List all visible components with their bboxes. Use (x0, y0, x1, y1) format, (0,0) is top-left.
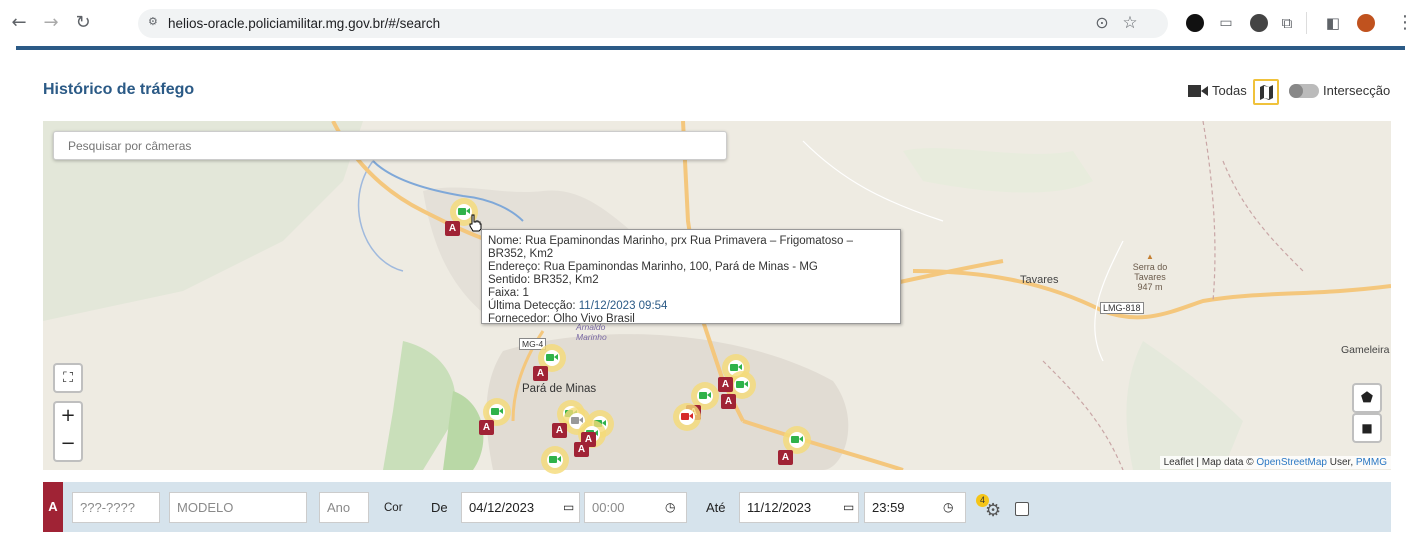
fullscreen-button[interactable]: ⛶ (53, 363, 83, 393)
camera-marker-alert[interactable] (673, 403, 701, 431)
tooltip-endereco: Endereço: Rua Epaminondas Marinho, 100, … (488, 261, 818, 273)
camera-search-input[interactable] (54, 132, 726, 159)
ano-input[interactable]: Ano (319, 492, 369, 523)
interseccao-label: Intersecção (1323, 83, 1391, 98)
peak-icon: ▲ (1146, 252, 1154, 261)
clock-icon[interactable]: ◷ (665, 500, 675, 514)
map-attribution: Leaflet | Map data © OpenStreetMap User,… (1159, 456, 1391, 469)
serra-line-2: Tavares (1134, 272, 1166, 282)
back-icon[interactable]: ← (8, 12, 30, 34)
date-to-input[interactable]: 11/12/2023 (739, 492, 859, 523)
camera-badge-a: A (574, 442, 589, 457)
video-camera-icon[interactable] (1188, 84, 1208, 98)
attribution-prefix: Leaflet | Map data © (1163, 457, 1254, 468)
extensions-puzzle-icon[interactable]: ⧉ (1276, 12, 1298, 34)
extension-icon-2[interactable]: ▭ (1215, 12, 1237, 34)
cor-label[interactable]: Cor (384, 502, 403, 514)
tooltip-nome: Nome: Rua Epaminondas Marinho, prx Rua P… (488, 235, 853, 260)
hand-cursor-icon (469, 214, 482, 232)
tooltip-faixa: Faixa: 1 (488, 287, 529, 299)
camera-badge-a: A (718, 377, 733, 392)
map-view-toggle-button[interactable] (1253, 79, 1279, 105)
tooltip-sentido: Sentido: BR352, Km2 (488, 274, 599, 286)
plate-type-badge: A (43, 482, 63, 532)
tooltip-ultima-value: 11/12/2023 09:54 (578, 300, 668, 312)
zoom-in-button[interactable]: + (53, 401, 83, 432)
camera-badge-a: A (721, 394, 736, 409)
camera-badge-a: A (552, 423, 567, 438)
calendar-icon[interactable]: ▭ (563, 500, 574, 514)
browser-toolbar: ← → ↻ ⚙ helios-oracle.policiamilitar.mg.… (0, 0, 1421, 46)
url-text[interactable]: helios-oracle.policiamilitar.mg.gov.br/#… (168, 16, 440, 31)
settings-count-badge: 4 (976, 494, 989, 507)
filter-checkbox[interactable] (1015, 502, 1029, 516)
serra-line-1: Serra do (1132, 262, 1168, 272)
bookmark-star-icon[interactable]: ☆ (1119, 12, 1141, 34)
camera-tooltip: Nome: Rua Epaminondas Marinho, prx Rua P… (481, 229, 901, 325)
map-label-serra: ▲ Serra do Tavares 947 m (1125, 252, 1175, 292)
plate-input[interactable]: ???-???? (72, 492, 160, 523)
map-label-tavares: Tavares (1020, 274, 1059, 286)
page-title: Histórico de tráfego (43, 81, 195, 98)
road-shield-lmg: LMG-818 (1100, 302, 1144, 314)
tooltip-ultima-label: Última Detecção: (488, 300, 576, 312)
tooltip-ultima-deteccao: Última Detecção: 11/12/2023 09:54 (488, 300, 894, 313)
camera-badge-a: A (778, 450, 793, 465)
osm-link[interactable]: OpenStreetMap (1256, 457, 1327, 468)
profile-avatar[interactable] (1357, 14, 1375, 32)
site-info-icon[interactable]: ⚙ (148, 15, 162, 29)
camera-badge-a: A (533, 366, 548, 381)
draw-rectangle-button[interactable]: ■ (1352, 413, 1382, 443)
settings-button[interactable]: ⚙ 4 (976, 494, 1003, 521)
header-accent-line (16, 46, 1405, 50)
camera-badge-a: A (479, 420, 494, 435)
map-label-para-de-minas: Pará de Minas (522, 383, 597, 395)
toggle-knob (1289, 84, 1303, 98)
calendar-icon[interactable]: ▭ (843, 500, 854, 514)
de-label: De (431, 500, 448, 515)
pmmg-link[interactable]: PMMG (1356, 457, 1387, 468)
extension-icon-3[interactable] (1250, 14, 1268, 32)
map-label-gameleira: Gameleira (1341, 344, 1390, 356)
side-panel-icon[interactable]: ◧ (1322, 12, 1344, 34)
interseccao-toggle[interactable] (1289, 84, 1319, 98)
reload-icon[interactable]: ↻ (72, 12, 94, 34)
todas-label[interactable]: Todas (1212, 83, 1247, 98)
toolbar-divider (1306, 12, 1307, 34)
camera-marker[interactable] (541, 446, 569, 474)
clock-icon[interactable]: ◷ (943, 500, 953, 514)
map-label-marinho: Marinho (576, 332, 607, 342)
map-icon (1260, 85, 1273, 100)
draw-polygon-button[interactable]: ⬟ (1352, 383, 1382, 413)
extension-icon-1[interactable] (1186, 14, 1204, 32)
forward-icon[interactable]: → (40, 12, 62, 34)
camera-search-box[interactable] (53, 131, 727, 160)
serra-line-3: 947 m (1137, 282, 1163, 292)
camera-badge-a: A (445, 221, 460, 236)
ate-label: Até (706, 500, 726, 515)
attribution-user: User, (1329, 457, 1354, 468)
tooltip-fornecedor: Fornecedor: Olho Vivo Brasil (488, 313, 635, 325)
browser-menu-icon[interactable]: ⋮ (1394, 12, 1416, 34)
modelo-input[interactable]: MODELO (169, 492, 307, 523)
location-icon[interactable]: ⊙ (1091, 12, 1113, 34)
zoom-out-button[interactable]: − (53, 431, 83, 462)
